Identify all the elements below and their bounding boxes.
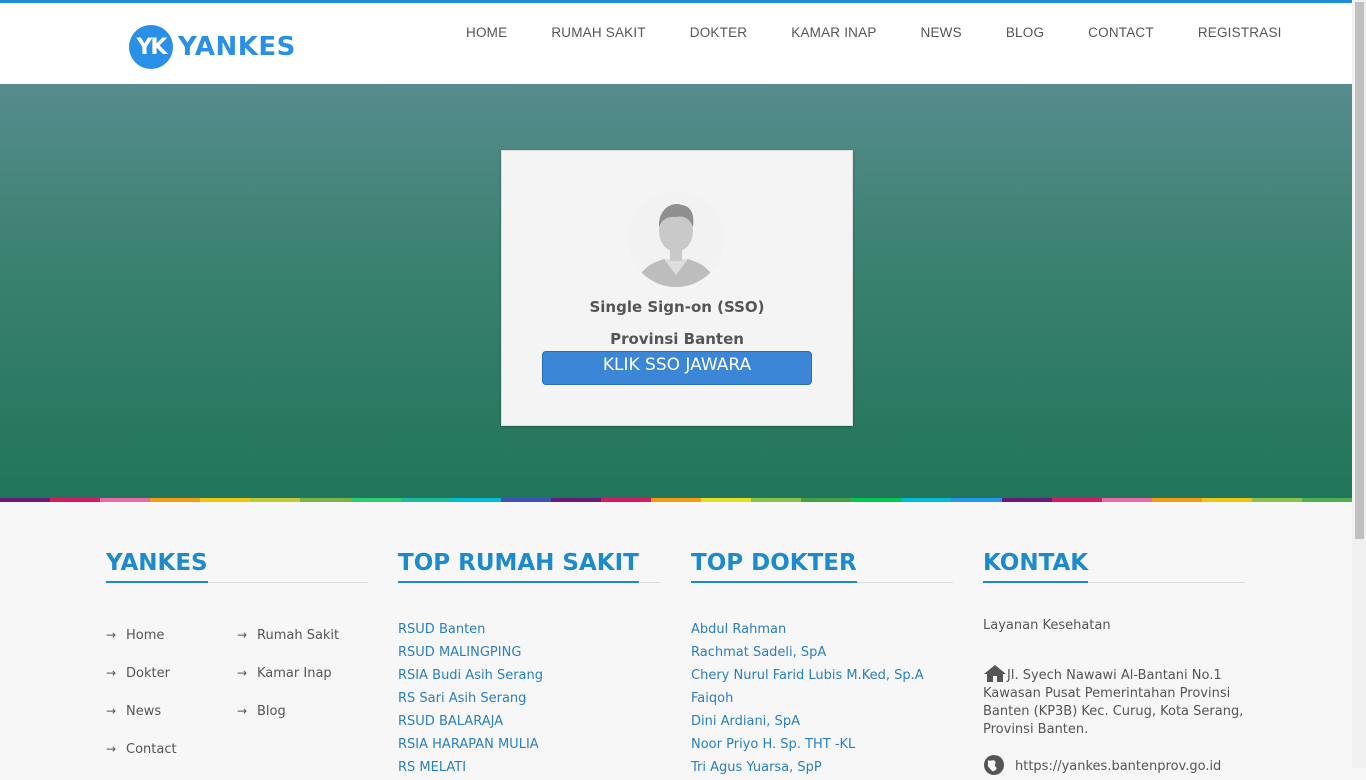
footer-col-rumah-sakit: TOP RUMAH SAKIT RSUD Banten RSUD MALINGP… (398, 548, 660, 775)
site-logo[interactable]: YK YANKES (129, 24, 296, 70)
logo-text: YANKES (178, 32, 296, 62)
footer-link-blog[interactable]: → Blog (237, 704, 286, 719)
scrollbar-thumb[interactable] (1355, 2, 1364, 539)
footer-link-rumah-sakit[interactable]: → Rumah Sakit (237, 628, 339, 643)
sso-login-button[interactable]: KLIK SSO JAWARA (542, 351, 812, 385)
nav-rumah-sakit[interactable]: RUMAH SAKIT (529, 25, 667, 41)
footer-heading-dokter: TOP DOKTER (691, 548, 857, 583)
contact-address: Jl. Syech Nawawi Al-Bantani No.1 Kawasan… (983, 664, 1245, 739)
hospital-link[interactable]: RSIA Budi Asih Serang (398, 664, 543, 687)
footer-link-dokter[interactable]: → Dokter (106, 666, 170, 681)
doctor-link[interactable]: Abdul Rahman (691, 618, 924, 641)
nav-news[interactable]: NEWS (899, 25, 984, 41)
arrow-right-icon: → (237, 666, 248, 680)
footer-col-kontak: KONTAK Layanan Kesehatan Jl. Syech Nawaw… (983, 548, 1245, 775)
footer-heading-kontak: KONTAK (983, 548, 1089, 583)
logo-badge: YK (129, 25, 173, 69)
main-nav: HOME RUMAH SAKIT DOKTER KAMAR INAP NEWS … (444, 25, 1304, 41)
footer-link-label: Home (126, 628, 165, 643)
nav-blog[interactable]: BLOG (984, 25, 1066, 41)
hospital-link[interactable]: RSUD BALARAJA (398, 710, 543, 733)
hospital-link[interactable]: RSUD Banten (398, 618, 543, 641)
contact-website[interactable]: https://yankes.bantenprov.go.id (983, 754, 1221, 776)
footer-link-label: Dokter (126, 666, 170, 681)
site-header: YK YANKES HOME RUMAH SAKIT DOKTER KAMAR … (0, 3, 1352, 84)
site-footer: YANKES → Home → Rumah Sakit → Dokter → Kamar… (0, 502, 1352, 775)
hospital-list: RSUD Banten RSUD MALINGPING RSIA Budi As… (398, 618, 543, 779)
nav-kamar-inap[interactable]: KAMAR INAP (769, 25, 898, 41)
footer-heading-rumah-sakit: TOP RUMAH SAKIT (398, 548, 639, 583)
nav-dokter[interactable]: DOKTER (668, 25, 769, 41)
globe-icon (983, 754, 1005, 776)
footer-link-news[interactable]: → News (106, 704, 161, 719)
footer-heading-yankes: YANKES (106, 548, 208, 583)
hospital-link[interactable]: RSUD MALINGPING (398, 641, 543, 664)
footer-link-contact[interactable]: → Contact (106, 742, 177, 757)
footer-link-home[interactable]: → Home (106, 628, 164, 643)
arrow-right-icon: → (106, 742, 117, 756)
nav-contact[interactable]: CONTACT (1066, 25, 1176, 41)
sso-title: Single Sign-on (SSO) (589, 298, 765, 316)
footer-col-dokter: TOP DOKTER Abdul Rahman Rachmat Sadeli, … (691, 548, 953, 775)
footer-link-kamar-inap[interactable]: → Kamar Inap (237, 666, 332, 681)
arrow-right-icon: → (106, 628, 117, 642)
nav-home[interactable]: HOME (444, 25, 529, 41)
doctor-link[interactable]: Dini Ardiani, SpA (691, 710, 924, 733)
page-scrollbar[interactable] (1352, 0, 1366, 768)
footer-col-yankes: YANKES → Home → Rumah Sakit → Dokter → Kamar… (106, 548, 368, 757)
doctor-link[interactable]: Chery Nurul Farid Lubis M.Ked, Sp.A (691, 664, 924, 687)
footer-link-label: Kamar Inap (257, 666, 332, 681)
arrow-right-icon: → (106, 704, 117, 718)
contact-address-text: Jl. Syech Nawawi Al-Bantani No.1 Kawasan… (983, 668, 1244, 737)
contact-website-link[interactable]: https://yankes.bantenprov.go.id (1015, 759, 1221, 774)
arrow-right-icon: → (237, 628, 248, 642)
doctor-link[interactable]: Rachmat Sadeli, SpA (691, 641, 924, 664)
hospital-link[interactable]: RS Sari Asih Serang (398, 687, 543, 710)
doctor-list: Abdul Rahman Rachmat Sadeli, SpA Chery N… (691, 618, 924, 779)
sso-login-card: Single Sign-on (SSO) Provinsi Banten KLI… (501, 150, 853, 426)
doctor-link[interactable]: Faiqoh (691, 687, 924, 710)
footer-link-label: Rumah Sakit (257, 628, 340, 643)
hospital-link[interactable]: RSIA HARAPAN MULIA (398, 733, 543, 756)
footer-link-label: Blog (257, 704, 286, 719)
nav-registrasi[interactable]: REGISTRASI (1176, 25, 1304, 41)
footer-link-label: Contact (126, 742, 177, 757)
contact-service: Layanan Kesehatan (983, 618, 1111, 633)
home-icon (983, 664, 1007, 682)
footer-link-label: News (126, 704, 162, 719)
avatar-placeholder-icon (628, 191, 724, 287)
sso-subtitle: Provinsi Banten (610, 330, 744, 348)
doctor-link[interactable]: Noor Priyo H. Sp. THT -KL (691, 733, 924, 756)
arrow-right-icon: → (237, 704, 248, 718)
arrow-right-icon: → (106, 666, 117, 680)
